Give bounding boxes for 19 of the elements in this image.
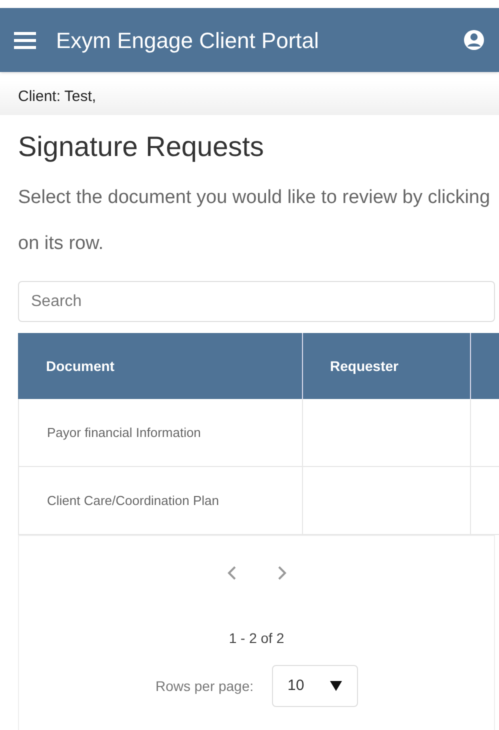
previous-page-icon[interactable] bbox=[226, 566, 236, 580]
column-header: Document bbox=[18, 333, 303, 399]
table-row[interactable]: Payor financial Information bbox=[18, 399, 499, 467]
rows-per-page-label: Rows per page: bbox=[155, 676, 254, 696]
account-icon[interactable] bbox=[463, 29, 485, 51]
column-header: Requester bbox=[303, 333, 471, 399]
next-page-icon[interactable] bbox=[276, 566, 286, 580]
dropdown-icon bbox=[330, 681, 342, 691]
rows-per-page-select[interactable]: 10 bbox=[272, 665, 358, 707]
instructions: Select the document you would like to review by clicking on its row. bbox=[18, 186, 492, 256]
client-label: Client: Test, bbox=[18, 87, 96, 108]
table-cell: Client Care/Coordination Plan bbox=[19, 467, 303, 534]
table-cell: Payor financial Information bbox=[19, 399, 303, 466]
app-title: Exym Engage Client Portal bbox=[56, 26, 320, 55]
page-title: Signature Requests bbox=[18, 130, 265, 164]
menu-icon[interactable] bbox=[14, 31, 36, 49]
page-range: 1 - 2 of 2 bbox=[228, 629, 284, 648]
search-field[interactable]: Search bbox=[18, 281, 495, 322]
table-row[interactable]: Client Care/Coordination Plan bbox=[18, 467, 499, 535]
